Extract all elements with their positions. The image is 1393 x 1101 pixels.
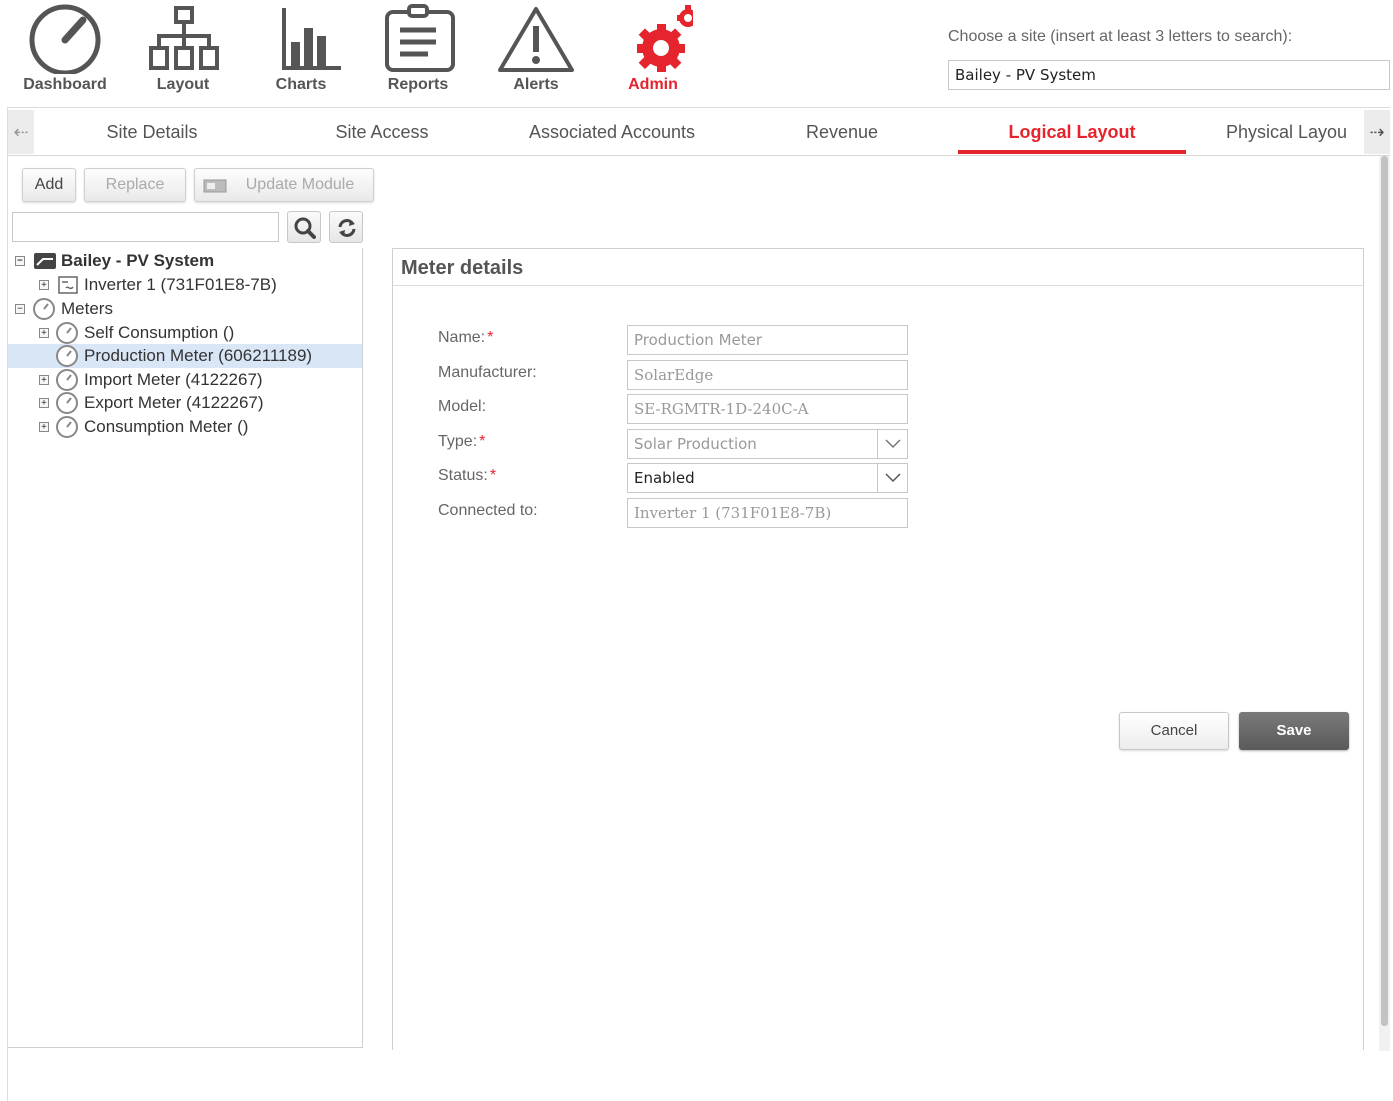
required-marker: * xyxy=(489,467,497,484)
divider xyxy=(393,285,1363,286)
collapse-icon[interactable]: − xyxy=(15,256,25,266)
tree-meter-item[interactable]: + Self Consumption () xyxy=(8,321,362,345)
tree-root-node[interactable]: − Bailey - PV System xyxy=(8,249,362,273)
site-search-input[interactable]: Bailey - PV System xyxy=(948,60,1390,90)
tree-meter-label: Consumption Meter () xyxy=(84,417,249,436)
nav-alerts-label: Alerts xyxy=(513,76,559,93)
meter-gauge-icon xyxy=(56,322,78,344)
nav-reports[interactable]: Reports xyxy=(363,4,473,100)
meter-gauge-icon xyxy=(56,345,78,367)
name-field[interactable]: Production Meter xyxy=(627,325,908,355)
tree-meter-item[interactable]: + Import Meter (4122267) xyxy=(8,368,362,392)
manufacturer-field[interactable]: SolarEdge xyxy=(627,360,908,390)
status-select[interactable]: Enabled xyxy=(627,463,908,493)
tree-meter-label: Import Meter (4122267) xyxy=(84,370,263,389)
add-button[interactable]: Add xyxy=(22,168,76,202)
required-marker: * xyxy=(487,329,494,346)
tab-scroll-right-icon[interactable]: ⇢ xyxy=(1364,110,1390,154)
manufacturer-label: Manufacturer: xyxy=(438,364,537,381)
tree-meter-item[interactable]: + Export Meter (4122267) xyxy=(8,391,362,415)
collapse-icon[interactable]: − xyxy=(15,304,25,314)
type-select[interactable]: Solar Production xyxy=(627,429,908,459)
chevron-down-icon[interactable] xyxy=(877,464,907,492)
refresh-icon xyxy=(338,219,356,237)
tab-revenue[interactable]: Revenue xyxy=(736,110,948,154)
model-field[interactable]: SE-RGMTR-1D-240C-A xyxy=(627,394,908,424)
tree-inverter-node[interactable]: + Inverter 1 (731F01E8-7B) xyxy=(8,273,362,297)
inverter-icon xyxy=(58,276,78,294)
content-frame-top xyxy=(7,107,1390,108)
nav-admin-label: Admin xyxy=(628,76,678,93)
site-chooser-hint: Choose a site (insert at least 3 letters… xyxy=(948,28,1293,45)
nav-alerts[interactable]: Alerts xyxy=(481,4,591,100)
meter-gauge-icon xyxy=(56,416,78,438)
model-label: Model: xyxy=(438,398,487,415)
tree-meter-label: Production Meter (606211189) xyxy=(84,346,313,365)
nav-layout[interactable]: Layout xyxy=(128,4,238,100)
tree-meter-label: Self Consumption () xyxy=(84,323,235,342)
tab-logical-layout[interactable]: Logical Layout xyxy=(958,110,1186,154)
connected-to-field[interactable]: Inverter 1 (731F01E8-7B) xyxy=(627,498,908,528)
top-navigation: Dashboard Layout Charts Reports Alerts A… xyxy=(0,0,940,104)
meter-details-title: Meter details xyxy=(401,257,524,279)
tab-site-access[interactable]: Site Access xyxy=(276,110,488,154)
tab-site-details[interactable]: Site Details xyxy=(46,110,258,154)
status-label: Status: * xyxy=(438,467,497,484)
tab-physical-layout[interactable]: Physical Layou xyxy=(1226,110,1364,154)
expand-icon[interactable]: + xyxy=(39,398,49,408)
connected-to-label: Connected to: xyxy=(438,502,538,519)
layout-hierarchy-icon xyxy=(149,6,219,70)
tree-root-label: Bailey - PV System xyxy=(61,251,215,270)
search-icon xyxy=(294,217,316,239)
site-chooser: Choose a site (insert at least 3 letters… xyxy=(948,28,1390,90)
status-select-value: Enabled xyxy=(634,469,695,487)
tree-inverter-label: Inverter 1 (731F01E8-7B) xyxy=(84,275,277,294)
expand-icon[interactable]: + xyxy=(39,280,49,290)
chevron-down-icon[interactable] xyxy=(877,430,907,458)
tree-meters-node[interactable]: − Meters xyxy=(8,297,362,321)
type-label: Type: * xyxy=(438,433,486,450)
nav-dashboard[interactable]: Dashboard xyxy=(10,4,120,100)
tab-associated-accounts[interactable]: Associated Accounts xyxy=(506,110,718,154)
tree-search-button[interactable] xyxy=(287,211,321,243)
update-module-button[interactable]: Update Module xyxy=(194,168,374,202)
nav-layout-label: Layout xyxy=(156,76,210,93)
required-marker: * xyxy=(479,433,486,450)
clipboard-report-icon xyxy=(385,4,455,72)
replace-button[interactable]: Replace xyxy=(84,168,186,202)
name-label: Name: * xyxy=(438,329,494,346)
site-tree-panel: − Bailey - PV System + Inverter 1 (731F0… xyxy=(8,248,363,1048)
bar-chart-icon xyxy=(282,8,341,70)
nav-reports-label: Reports xyxy=(387,76,449,93)
nav-charts-label: Charts xyxy=(275,76,327,93)
tree-meter-label: Export Meter (4122267) xyxy=(84,393,264,412)
nav-charts[interactable]: Charts xyxy=(246,4,356,100)
dashboard-gauge-icon xyxy=(29,4,101,74)
nav-admin[interactable]: Admin xyxy=(598,4,708,100)
meter-gauge-icon xyxy=(56,369,78,391)
expand-icon[interactable]: + xyxy=(39,422,49,432)
tree-meter-item[interactable]: + Consumption Meter () xyxy=(8,415,362,439)
type-select-value: Solar Production xyxy=(634,435,757,453)
tab-scroll-left-icon[interactable]: ⇠ xyxy=(8,110,34,154)
save-button[interactable]: Save xyxy=(1239,712,1349,750)
scrollbar-thumb[interactable] xyxy=(1381,156,1388,1026)
module-icon xyxy=(203,179,227,193)
tree-refresh-button[interactable] xyxy=(329,211,363,243)
expand-icon[interactable]: + xyxy=(39,328,49,338)
nav-dashboard-label: Dashboard xyxy=(23,76,107,93)
update-module-label: Update Module xyxy=(245,176,355,193)
vertical-scrollbar[interactable] xyxy=(1379,156,1390,1051)
meter-gauge-icon xyxy=(33,298,55,320)
expand-icon[interactable]: + xyxy=(39,375,49,385)
site-icon xyxy=(34,253,56,269)
tree-search-input[interactable] xyxy=(12,212,279,242)
tree-meters-label: Meters xyxy=(61,299,113,318)
warning-triangle-icon xyxy=(498,7,574,72)
gears-icon xyxy=(637,5,693,72)
cancel-button[interactable]: Cancel xyxy=(1119,712,1229,750)
tree-meter-item-selected[interactable]: Production Meter (606211189) xyxy=(8,344,362,368)
admin-tab-bar: ⇠ Site Details Site Access Associated Ac… xyxy=(8,110,1390,156)
meter-gauge-icon xyxy=(56,392,78,414)
